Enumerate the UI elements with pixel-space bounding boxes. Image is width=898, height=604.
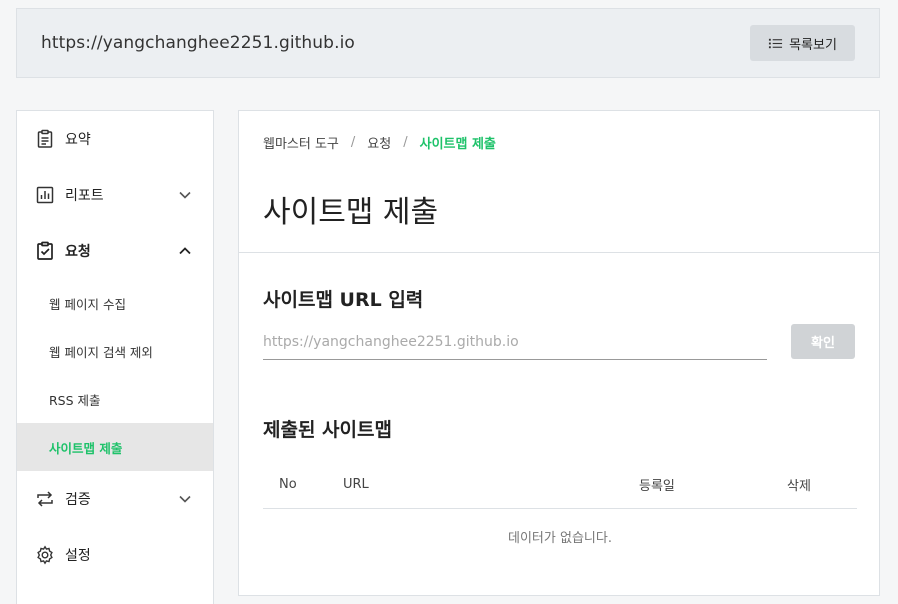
breadcrumb: 웹마스터 도구 / 요청 / 사이트맵 제출 (263, 133, 496, 152)
list-view-label: 목록보기 (789, 37, 837, 53)
sitemap-url-input[interactable] (263, 324, 767, 360)
sidebar-item-label: 리포트 (65, 188, 104, 204)
main-panel: 웹마스터 도구 / 요청 / 사이트맵 제출 사이트맵 제출 사이트맵 URL … (238, 110, 880, 596)
sidebar-item-label: 요청 (65, 244, 91, 260)
chevron-up-icon[interactable] (177, 243, 193, 259)
clipboard-check-icon (35, 241, 55, 261)
breadcrumb-webmaster-tools[interactable]: 웹마스터 도구 (263, 133, 339, 152)
sidebar-item-request[interactable]: 요청 (17, 223, 213, 279)
summary-doc-icon (35, 129, 55, 149)
chevron-down-icon[interactable] (177, 187, 193, 203)
list-icon (768, 36, 783, 51)
sidebar: 요약 리포트 요청 웹 페이지 수집 웹 페이지 검색 제외 RSS 제출 사이… (16, 110, 214, 604)
sidebar-subitem-web-crawl[interactable]: 웹 페이지 수집 (17, 279, 213, 327)
submitted-sitemaps-title: 제출된 사이트맵 (263, 419, 392, 441)
breadcrumb-separator: / (350, 135, 356, 150)
site-url: https://yangchanghee2251.github.io (41, 33, 355, 53)
sidebar-item-verify[interactable]: 검증 (17, 471, 213, 527)
sidebar-subitem-rss-submit[interactable]: RSS 제출 (17, 375, 213, 423)
bar-chart-icon (35, 185, 55, 205)
page-title: 사이트맵 제출 (263, 195, 439, 230)
confirm-button[interactable]: 확인 (791, 324, 855, 359)
sidebar-subitem-sitemap-submit[interactable]: 사이트맵 제출 (17, 423, 213, 471)
sitemap-table: No URL 등록일 삭제 데이터가 없습니다. (263, 461, 857, 563)
column-header-no: No (279, 477, 297, 492)
chevron-down-icon[interactable] (177, 491, 193, 507)
column-header-delete: 삭제 (787, 479, 811, 494)
column-header-date: 등록일 (639, 479, 675, 494)
header-divider (239, 252, 879, 253)
sidebar-item-label: 검증 (65, 492, 91, 508)
sidebar-item-label: 설정 (65, 548, 91, 564)
sidebar-item-report[interactable]: 리포트 (17, 167, 213, 223)
sidebar-subitem-search-exclude[interactable]: 웹 페이지 검색 제외 (17, 327, 213, 375)
sitemap-url-section-title: 사이트맵 URL 입력 (263, 289, 424, 311)
breadcrumb-request[interactable]: 요청 (367, 133, 391, 152)
table-header: No URL 등록일 삭제 (263, 461, 857, 509)
repeat-arrows-icon (35, 489, 55, 509)
gear-icon (35, 545, 55, 565)
empty-message: 데이터가 없습니다. (508, 530, 612, 546)
top-bar: https://yangchanghee2251.github.io 목록보기 (16, 8, 880, 78)
sidebar-item-label: 요약 (65, 132, 91, 148)
sidebar-item-summary[interactable]: 요약 (17, 111, 213, 167)
sidebar-item-settings[interactable]: 설정 (17, 527, 213, 583)
column-header-url: URL (343, 477, 369, 492)
breadcrumb-current: 사이트맵 제출 (419, 137, 496, 152)
list-view-button[interactable]: 목록보기 (750, 25, 855, 61)
breadcrumb-separator: / (403, 135, 408, 150)
